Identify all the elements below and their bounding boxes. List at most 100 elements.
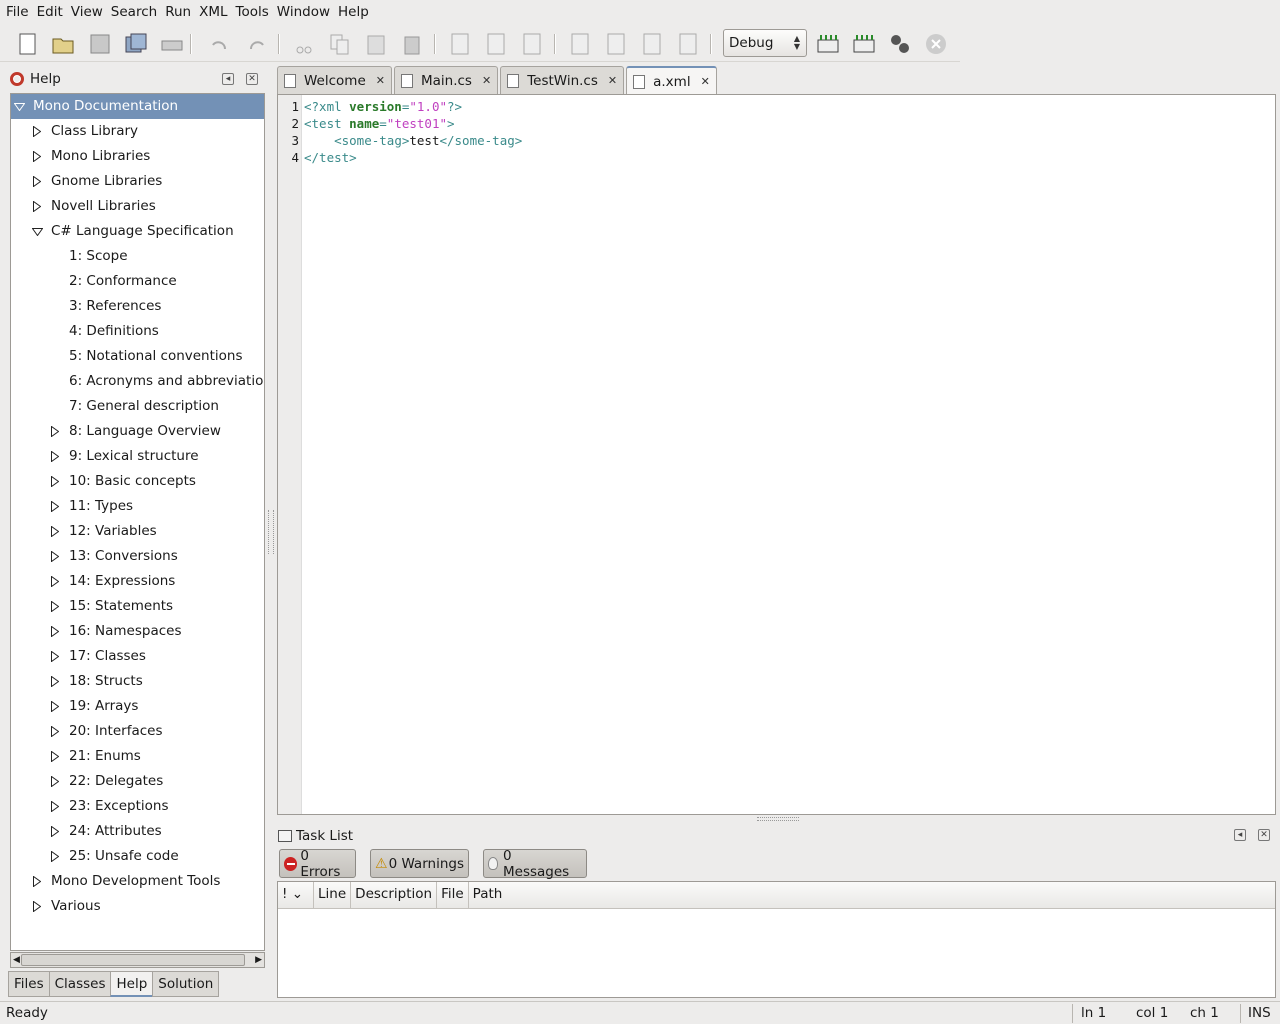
- tree-item[interactable]: 24: Attributes: [11, 819, 264, 844]
- tree-item[interactable]: 19: Arrays: [11, 694, 264, 719]
- collapsed-arrow-icon[interactable]: [49, 719, 61, 744]
- tree-item[interactable]: Mono Documentation: [11, 94, 264, 119]
- vertical-splitter[interactable]: [268, 510, 274, 554]
- collapsed-arrow-icon[interactable]: [49, 794, 61, 819]
- collapsed-arrow-icon[interactable]: [49, 544, 61, 569]
- tree-item[interactable]: 20: Interfaces: [11, 719, 264, 744]
- tree-item[interactable]: Mono Libraries: [11, 144, 264, 169]
- tree-item[interactable]: Various: [11, 894, 264, 919]
- tree-item[interactable]: 3: References: [11, 294, 264, 319]
- print-icon[interactable]: [158, 30, 186, 58]
- tree-item[interactable]: Novell Libraries: [11, 194, 264, 219]
- save-icon[interactable]: [86, 30, 114, 58]
- menu-window[interactable]: Window: [273, 0, 334, 25]
- redo-icon[interactable]: [242, 30, 270, 58]
- tree-item[interactable]: C# Language Specification: [11, 219, 264, 244]
- horizontal-splitter[interactable]: [757, 817, 799, 821]
- menu-tools[interactable]: Tools: [232, 0, 273, 25]
- menu-edit[interactable]: Edit: [33, 0, 67, 25]
- tree-item[interactable]: 23: Exceptions: [11, 794, 264, 819]
- collapsed-arrow-icon[interactable]: [49, 444, 61, 469]
- errors-filter-button[interactable]: 0 Errors: [279, 848, 356, 880]
- close-tab-icon[interactable]: ✕: [608, 74, 617, 87]
- tree-item[interactable]: 13: Conversions: [11, 544, 264, 569]
- column-header[interactable]: Line: [314, 882, 352, 909]
- menu-search[interactable]: Search: [107, 0, 161, 25]
- find-icon[interactable]: [446, 30, 474, 58]
- copy-icon[interactable]: [326, 30, 354, 58]
- column-header[interactable]: Description: [351, 882, 438, 909]
- tree-item[interactable]: 6: Acronyms and abbreviations: [11, 369, 264, 394]
- tree-item[interactable]: 1: Scope: [11, 244, 264, 269]
- menu-file[interactable]: File: [2, 0, 33, 25]
- configuration-select[interactable]: Debug ▲ ▼: [723, 29, 807, 57]
- close-tab-icon[interactable]: ✕: [701, 75, 710, 88]
- cut-icon[interactable]: [290, 30, 318, 58]
- pad-tab-solution[interactable]: Solution: [152, 971, 220, 997]
- tree-item[interactable]: Class Library: [11, 119, 264, 144]
- horizontal-scrollbar[interactable]: ◀ ▶: [10, 952, 265, 968]
- collapsed-arrow-icon[interactable]: [49, 469, 61, 494]
- collapsed-arrow-icon[interactable]: [49, 669, 61, 694]
- document-tab[interactable]: a.xml ✕: [626, 66, 717, 95]
- collapsed-arrow-icon[interactable]: [31, 119, 43, 144]
- column-header[interactable]: ! ⌄: [278, 882, 315, 909]
- tree-item[interactable]: 25: Unsafe code: [11, 844, 264, 869]
- next-bookmark-icon[interactable]: [638, 30, 666, 58]
- collapsed-arrow-icon[interactable]: [49, 744, 61, 769]
- collapsed-arrow-icon[interactable]: [49, 419, 61, 444]
- expanded-arrow-icon[interactable]: [13, 94, 25, 119]
- collapsed-arrow-icon[interactable]: [49, 644, 61, 669]
- column-header[interactable]: File: [437, 882, 469, 909]
- collapsed-arrow-icon[interactable]: [49, 569, 61, 594]
- column-header[interactable]: Path: [469, 882, 507, 909]
- delete-icon[interactable]: [398, 30, 426, 58]
- collapsed-arrow-icon[interactable]: [49, 619, 61, 644]
- tree-item[interactable]: 14: Expressions: [11, 569, 264, 594]
- menu-xml[interactable]: XML: [195, 0, 231, 25]
- collapsed-arrow-icon[interactable]: [49, 494, 61, 519]
- tree-item[interactable]: 9: Lexical structure: [11, 444, 264, 469]
- tree-item[interactable]: 17: Classes: [11, 644, 264, 669]
- run-gears-icon[interactable]: [886, 30, 914, 58]
- close-tab-icon[interactable]: ✕: [376, 74, 385, 87]
- collapsed-arrow-icon[interactable]: [49, 594, 61, 619]
- tree-item[interactable]: 11: Types: [11, 494, 264, 519]
- tree-item[interactable]: 7: General description: [11, 394, 264, 419]
- tree-item[interactable]: 22: Delegates: [11, 769, 264, 794]
- tree-item[interactable]: 10: Basic concepts: [11, 469, 264, 494]
- close-icon[interactable]: ✕: [1258, 829, 1270, 841]
- tree-item[interactable]: 21: Enums: [11, 744, 264, 769]
- pad-tab-classes[interactable]: Classes: [48, 971, 112, 997]
- tree-item[interactable]: Mono Development Tools: [11, 869, 264, 894]
- tree-item[interactable]: Gnome Libraries: [11, 169, 264, 194]
- tree-item[interactable]: 8: Language Overview: [11, 419, 264, 444]
- build-icon[interactable]: [814, 30, 842, 58]
- replace-icon[interactable]: [518, 30, 546, 58]
- menu-help[interactable]: Help: [334, 0, 373, 25]
- collapsed-arrow-icon[interactable]: [49, 519, 61, 544]
- text-editor[interactable]: 1234 <?xml version="1.0"?> <test name="te…: [277, 94, 1276, 815]
- chevron-down-icon[interactable]: ⌄: [287, 886, 303, 902]
- tree-item[interactable]: 16: Namespaces: [11, 619, 264, 644]
- collapsed-arrow-icon[interactable]: [31, 144, 43, 169]
- collapsed-arrow-icon[interactable]: [31, 169, 43, 194]
- tree-item[interactable]: 5: Notational conventions: [11, 344, 264, 369]
- new-file-icon[interactable]: [14, 30, 42, 58]
- close-tab-icon[interactable]: ✕: [482, 74, 491, 87]
- document-tab[interactable]: Welcome ✕: [277, 66, 392, 94]
- paste-icon[interactable]: [362, 30, 390, 58]
- find-next-icon[interactable]: [482, 30, 510, 58]
- rebuild-icon[interactable]: [850, 30, 878, 58]
- warnings-filter-button[interactable]: ⚠ 0 Warnings: [370, 849, 469, 878]
- previous-bookmark-icon[interactable]: [602, 30, 630, 58]
- messages-filter-button[interactable]: 0 Messages: [483, 848, 587, 880]
- document-tab[interactable]: TestWin.cs ✕: [500, 66, 625, 94]
- undo-icon[interactable]: [206, 30, 234, 58]
- pad-tab-help[interactable]: Help: [110, 971, 154, 997]
- menu-view[interactable]: View: [67, 0, 107, 25]
- collapsed-arrow-icon[interactable]: [49, 694, 61, 719]
- tree-item[interactable]: 15: Statements: [11, 594, 264, 619]
- clear-bookmarks-icon[interactable]: [674, 30, 702, 58]
- close-icon[interactable]: ✕: [246, 73, 258, 85]
